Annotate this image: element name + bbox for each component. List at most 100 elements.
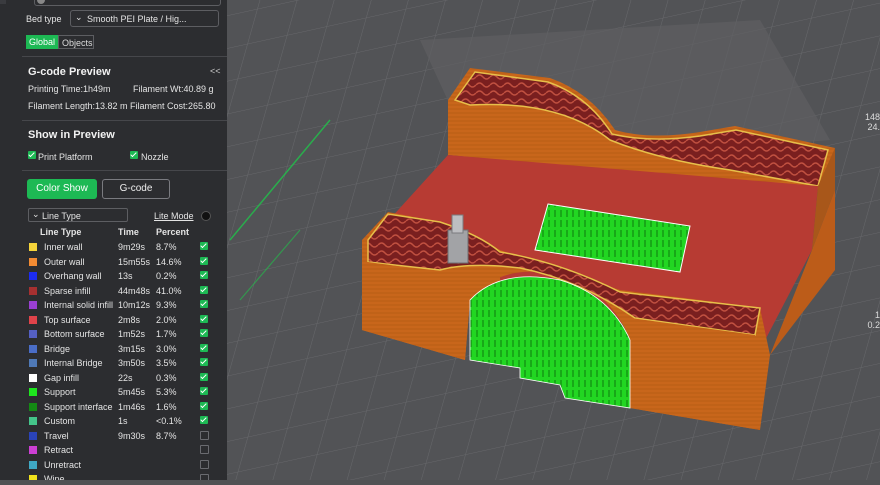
printing-time: Printing Time:1h49m — [28, 84, 111, 94]
line-type-visibility-checkbox[interactable] — [200, 242, 208, 252]
line-type-select[interactable]: ⌄ Line Type — [28, 208, 128, 222]
line-type-label: Travel — [44, 430, 69, 441]
checkbox-checked-icon — [200, 358, 208, 366]
line-color-swatch — [29, 286, 37, 295]
filament-weight: Filament Wt:40.89 g — [133, 84, 214, 94]
nozzle-label: Nozzle — [141, 152, 169, 162]
line-type-visibility-checkbox[interactable] — [200, 372, 208, 383]
line-type-visibility-checkbox[interactable] — [200, 445, 209, 456]
top-edge — [0, 0, 6, 4]
line-type-time: 1m46s — [118, 401, 146, 412]
line-type-time: 44m48s — [118, 285, 151, 296]
gcode-preview-title: G-code Preview — [28, 66, 111, 78]
line-type-row: Wipe — [22, 472, 227, 480]
chevron-down-icon: ⌄ — [32, 209, 40, 219]
line-type-time: 13s — [118, 271, 133, 281]
line-color-swatch — [29, 315, 37, 324]
slider-bottom-layer: 1 — [874, 310, 880, 320]
line-type-label: Overhang wall — [44, 271, 102, 281]
collapse-icon[interactable]: << — [210, 66, 221, 76]
slider-top-height: 24. — [867, 122, 880, 132]
checkbox-checked-icon — [200, 285, 208, 294]
line-type-visibility-checkbox[interactable] — [200, 256, 208, 267]
nozzle-checkbox[interactable] — [130, 151, 138, 161]
print-platform-checkbox[interactable] — [28, 151, 36, 161]
line-type-time: 3m15s — [118, 343, 146, 354]
line-type-time: 1m52s — [118, 329, 146, 339]
line-type-percent: 0.2% — [156, 271, 177, 281]
line-type-visibility-checkbox[interactable] — [200, 416, 208, 426]
line-type-label: Top surface — [44, 314, 91, 325]
checkbox-checked-icon — [28, 151, 36, 159]
line-type-visibility-checkbox[interactable] — [200, 459, 209, 471]
line-type-percent: <0.1% — [156, 416, 182, 426]
checkbox-checked-icon — [200, 372, 208, 381]
line-color-swatch — [29, 402, 37, 411]
layer-slider-top-value[interactable]: 148 24. — [862, 112, 880, 132]
checkbox-checked-icon — [200, 300, 208, 308]
slider-top-layer: 148 — [864, 112, 880, 122]
line-color-swatch — [29, 460, 37, 469]
line-type-visibility-checkbox[interactable] — [200, 401, 208, 412]
line-type-percent: 9.3% — [156, 300, 177, 310]
line-color-swatch — [29, 359, 37, 367]
bed-type-value: Smooth PEI Plate / Hig... — [87, 14, 187, 24]
col-header-line-type: Line Type — [40, 227, 82, 237]
line-type-label: Internal solid infill — [44, 300, 114, 310]
divider — [22, 56, 227, 57]
line-type-label: Support interface — [44, 401, 113, 412]
chevron-down-icon: ⌄ — [75, 12, 83, 22]
line-color-swatch — [29, 330, 37, 338]
checkbox-unchecked-icon — [200, 459, 209, 469]
checkbox-checked-icon — [130, 151, 138, 159]
line-color-swatch — [29, 431, 37, 440]
gcode-button[interactable]: G-code — [102, 179, 170, 199]
tab-objects[interactable]: Objects — [58, 35, 94, 49]
checkbox-checked-icon — [200, 256, 208, 265]
line-type-visibility-checkbox[interactable] — [200, 343, 208, 354]
nozzle-model — [447, 229, 469, 264]
tab-global[interactable]: Global — [26, 35, 58, 49]
line-type-visibility-checkbox[interactable] — [200, 271, 208, 281]
line-type-time: 3m50s — [118, 358, 146, 368]
line-type-label: Sparse infill — [44, 285, 91, 296]
line-color-swatch — [29, 388, 37, 396]
line-type-row: Inner wall 9m29s 8.7% — [22, 240, 227, 255]
color-show-button[interactable]: Color Show — [27, 179, 97, 199]
line-type-visibility-checkbox[interactable] — [200, 387, 208, 397]
bed-type-select[interactable]: ⌄ Smooth PEI Plate / Hig... — [70, 10, 219, 27]
line-type-visibility-checkbox[interactable] — [200, 329, 208, 339]
layer-slider-bottom-value[interactable]: 1 0.2 — [862, 310, 880, 330]
line-type-time: 1s — [118, 416, 128, 426]
line-type-visibility-checkbox[interactable] — [200, 314, 208, 325]
line-color-swatch — [29, 301, 37, 309]
line-type-time: 5m45s — [118, 387, 146, 397]
checkbox-checked-icon — [200, 416, 208, 424]
checkbox-checked-icon — [200, 329, 208, 337]
filament-selector-partial[interactable] — [34, 0, 221, 6]
line-type-row: Outer wall 15m55s 14.6% — [22, 255, 227, 270]
line-type-visibility-checkbox[interactable] — [200, 430, 209, 442]
line-type-row: Internal Bridge 3m50s 3.5% — [22, 356, 227, 371]
line-type-percent: 3.0% — [156, 343, 177, 354]
line-type-label: Outer wall — [44, 256, 85, 267]
line-type-row: Gap infill 22s 0.3% — [22, 371, 227, 386]
line-type-row: Travel 9m30s 8.7% — [22, 429, 227, 444]
line-type-label: Bottom surface — [44, 329, 105, 339]
lite-mode-link[interactable]: Lite Mode — [154, 211, 194, 221]
checkbox-checked-icon — [200, 387, 208, 395]
line-type-time: 2m8s — [118, 314, 141, 325]
line-type-percent: 8.7% — [156, 430, 177, 441]
line-color-swatch — [29, 475, 37, 480]
slider-bottom-height: 0.2 — [867, 320, 880, 330]
line-type-percent: 0.3% — [156, 372, 177, 383]
line-type-visibility-checkbox[interactable] — [200, 358, 208, 368]
line-type-visibility-checkbox[interactable] — [200, 285, 208, 296]
settings-panel: Bed type ⌄ Smooth PEI Plate / Hig... Glo… — [0, 0, 227, 480]
line-type-label: Bridge — [44, 343, 71, 354]
checkbox-unchecked-icon — [200, 445, 209, 454]
line-type-row: Support 5m45s 5.3% — [22, 385, 227, 400]
line-type-visibility-checkbox[interactable] — [200, 474, 209, 480]
lite-mode-toggle[interactable] — [201, 211, 211, 221]
line-type-visibility-checkbox[interactable] — [200, 300, 208, 310]
